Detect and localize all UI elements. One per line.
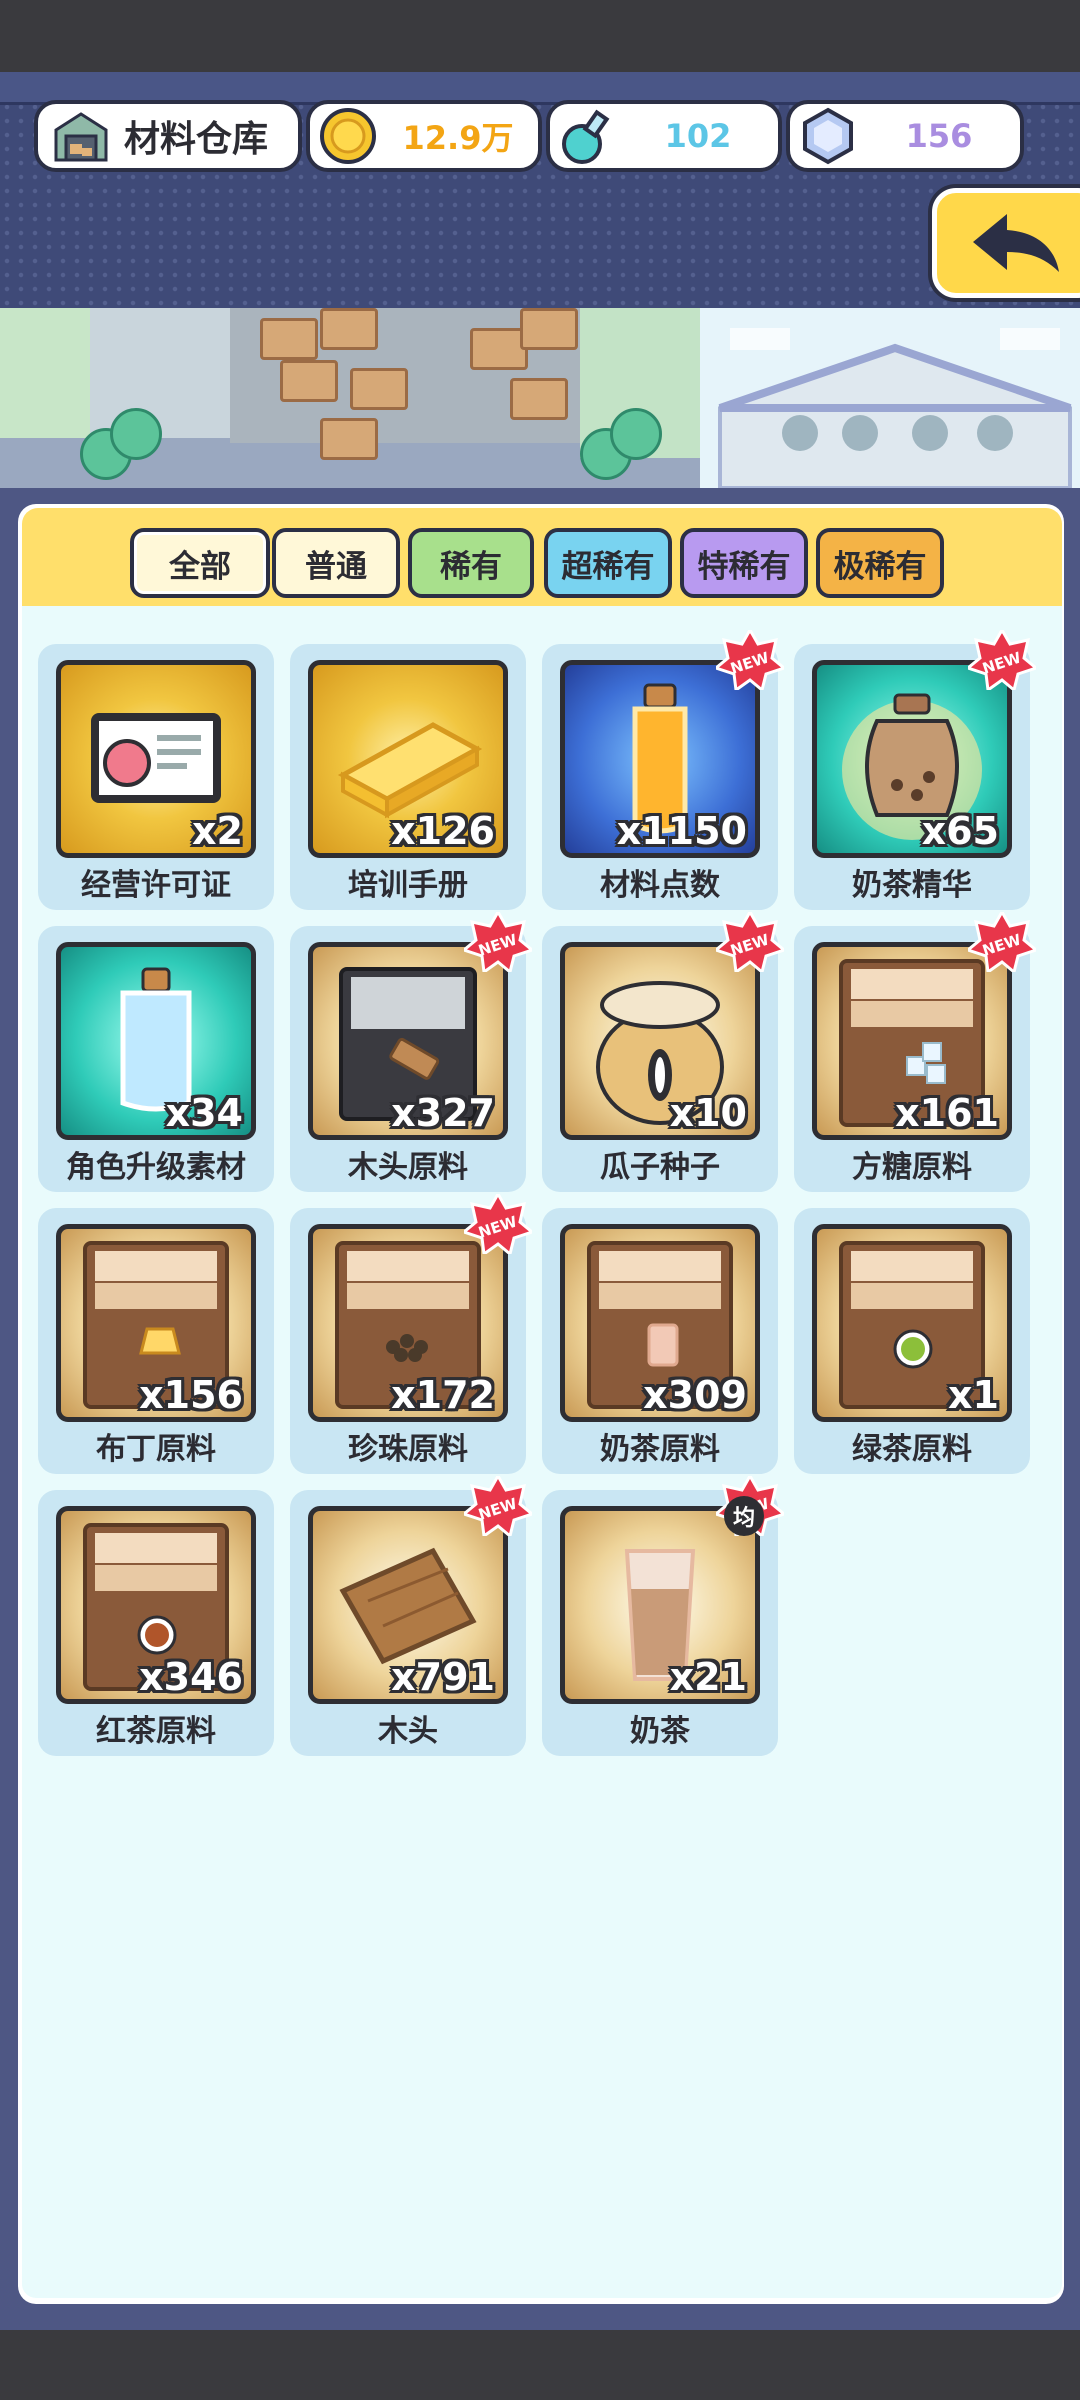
tab-common[interactable]: 普通 — [272, 528, 400, 598]
item-card[interactable]: x327 NEW 木头原料 — [290, 908, 536, 1192]
item-quantity: x21 — [669, 1655, 747, 1699]
item-name: 瓜子种子 — [600, 1150, 720, 1185]
item-name: 木头 — [378, 1714, 438, 1749]
item-quantity: x2 — [192, 809, 243, 853]
item-card[interactable]: x2 经营许可证 — [38, 644, 274, 910]
new-badge-icon: NEW — [712, 626, 788, 693]
tab-rare[interactable]: 稀有 — [408, 528, 534, 598]
license-card-icon: x2 — [56, 660, 256, 858]
item-card[interactable]: x346 红茶原料 — [38, 1490, 274, 1756]
item-name: 奶茶精华 — [852, 868, 972, 903]
warehouse-title: 材料仓库 — [34, 100, 302, 172]
item-quantity: x34 — [165, 1091, 243, 1135]
item-quantity: x65 — [921, 809, 999, 853]
item-quantity: x309 — [643, 1373, 747, 1417]
new-badge-icon: NEW — [460, 908, 536, 975]
item-quantity: x172 — [391, 1373, 495, 1417]
item-name: 经营许可证 — [81, 868, 231, 903]
item-name: 培训手册 — [348, 868, 468, 903]
new-badge-icon: NEW — [964, 908, 1040, 975]
item-name: 奶茶原料 — [600, 1432, 720, 1467]
pudding-box-icon: x156 — [56, 1224, 256, 1422]
new-badge-icon: NEW — [712, 908, 788, 975]
item-card[interactable]: x126 培训手册 — [290, 644, 526, 910]
new-badge-icon: NEW — [460, 1190, 536, 1257]
item-quantity: x10 — [669, 1091, 747, 1135]
item-card[interactable]: x791 NEW 木头 — [290, 1472, 536, 1756]
average-badge: 均 — [724, 1496, 764, 1536]
item-card[interactable]: x21均NEW奶茶 — [542, 1472, 788, 1756]
item-card[interactable]: x65 NEW 奶茶精华 — [794, 626, 1040, 910]
greentea-box-icon: x1 — [812, 1224, 1012, 1422]
item-quantity: x1150 — [616, 809, 747, 853]
tab-all[interactable]: 全部 — [130, 528, 270, 598]
new-badge-icon: NEW — [460, 1472, 536, 1539]
item-quantity: x327 — [391, 1091, 495, 1135]
back-arrow-icon — [973, 214, 1059, 272]
item-name: 红茶原料 — [96, 1714, 216, 1749]
item-quantity: x791 — [391, 1655, 495, 1699]
tab-all-label: 全部 — [169, 548, 231, 585]
item-card[interactable]: x172 NEW 珍珠原料 — [290, 1190, 536, 1474]
item-card[interactable]: x156 布丁原料 — [38, 1208, 274, 1474]
item-card[interactable]: x1150 NEW 材料点数 — [542, 626, 788, 910]
item-card[interactable]: x34 角色升级素材 — [38, 926, 274, 1192]
item-name: 角色升级素材 — [66, 1150, 246, 1185]
page-title: 材料仓库 — [124, 119, 269, 160]
tab-rare-label: 稀有 — [440, 548, 502, 585]
tab-special-rare-label: 特稀有 — [697, 548, 791, 585]
item-card[interactable]: x10 NEW 瓜子种子 — [542, 908, 788, 1192]
blue-bottle-icon: x34 — [56, 942, 256, 1140]
tab-special-rare[interactable]: 特稀有 — [680, 528, 808, 598]
warehouse-scene — [0, 308, 1080, 493]
item-name: 材料点数 — [600, 868, 720, 903]
item-name: 珍珠原料 — [348, 1432, 468, 1467]
blacktea-box-icon: x346 — [56, 1506, 256, 1704]
item-card[interactable]: x309 奶茶原料 — [542, 1208, 778, 1474]
gem-value: 156 — [905, 117, 973, 155]
item-name: 木头原料 — [348, 1150, 468, 1185]
tab-common-label: 普通 — [305, 548, 367, 585]
tab-super-rare[interactable]: 超稀有 — [544, 528, 672, 598]
back-button[interactable] — [932, 188, 1080, 298]
item-quantity: x1 — [948, 1373, 999, 1417]
coin-counter[interactable]: 12.9万 — [306, 100, 542, 172]
nav-bar — [0, 2330, 1080, 2400]
potion-value: 102 — [664, 117, 732, 155]
item-name: 布丁原料 — [96, 1432, 216, 1467]
potion-icon — [562, 109, 610, 164]
coin-value: 12.9万 — [402, 119, 514, 157]
warehouse-icon — [54, 112, 108, 162]
tab-super-rare-label: 超稀有 — [561, 548, 655, 585]
tab-ultra-rare[interactable]: 极稀有 — [816, 528, 944, 598]
gem-icon — [803, 107, 853, 165]
item-card[interactable]: x1 绿茶原料 — [794, 1208, 1030, 1474]
item-name: 奶茶 — [630, 1714, 690, 1749]
gem-counter[interactable]: 156 — [786, 100, 1024, 172]
new-badge-icon: NEW — [964, 626, 1040, 693]
item-quantity: x126 — [391, 809, 495, 853]
item-name: 方糖原料 — [852, 1150, 972, 1185]
milktea-box-icon: x309 — [560, 1224, 760, 1422]
gold-book-icon: x126 — [308, 660, 508, 858]
item-quantity: x346 — [139, 1655, 243, 1699]
item-name: 绿茶原料 — [852, 1432, 972, 1467]
item-quantity: x156 — [139, 1373, 243, 1417]
item-card[interactable]: x161 NEW 方糖原料 — [794, 908, 1040, 1192]
potion-counter[interactable]: 102 — [546, 100, 782, 172]
coin-icon — [320, 108, 376, 164]
tab-ultra-rare-label: 极稀有 — [833, 548, 927, 585]
item-quantity: x161 — [895, 1091, 999, 1135]
status-bar — [0, 0, 1080, 72]
